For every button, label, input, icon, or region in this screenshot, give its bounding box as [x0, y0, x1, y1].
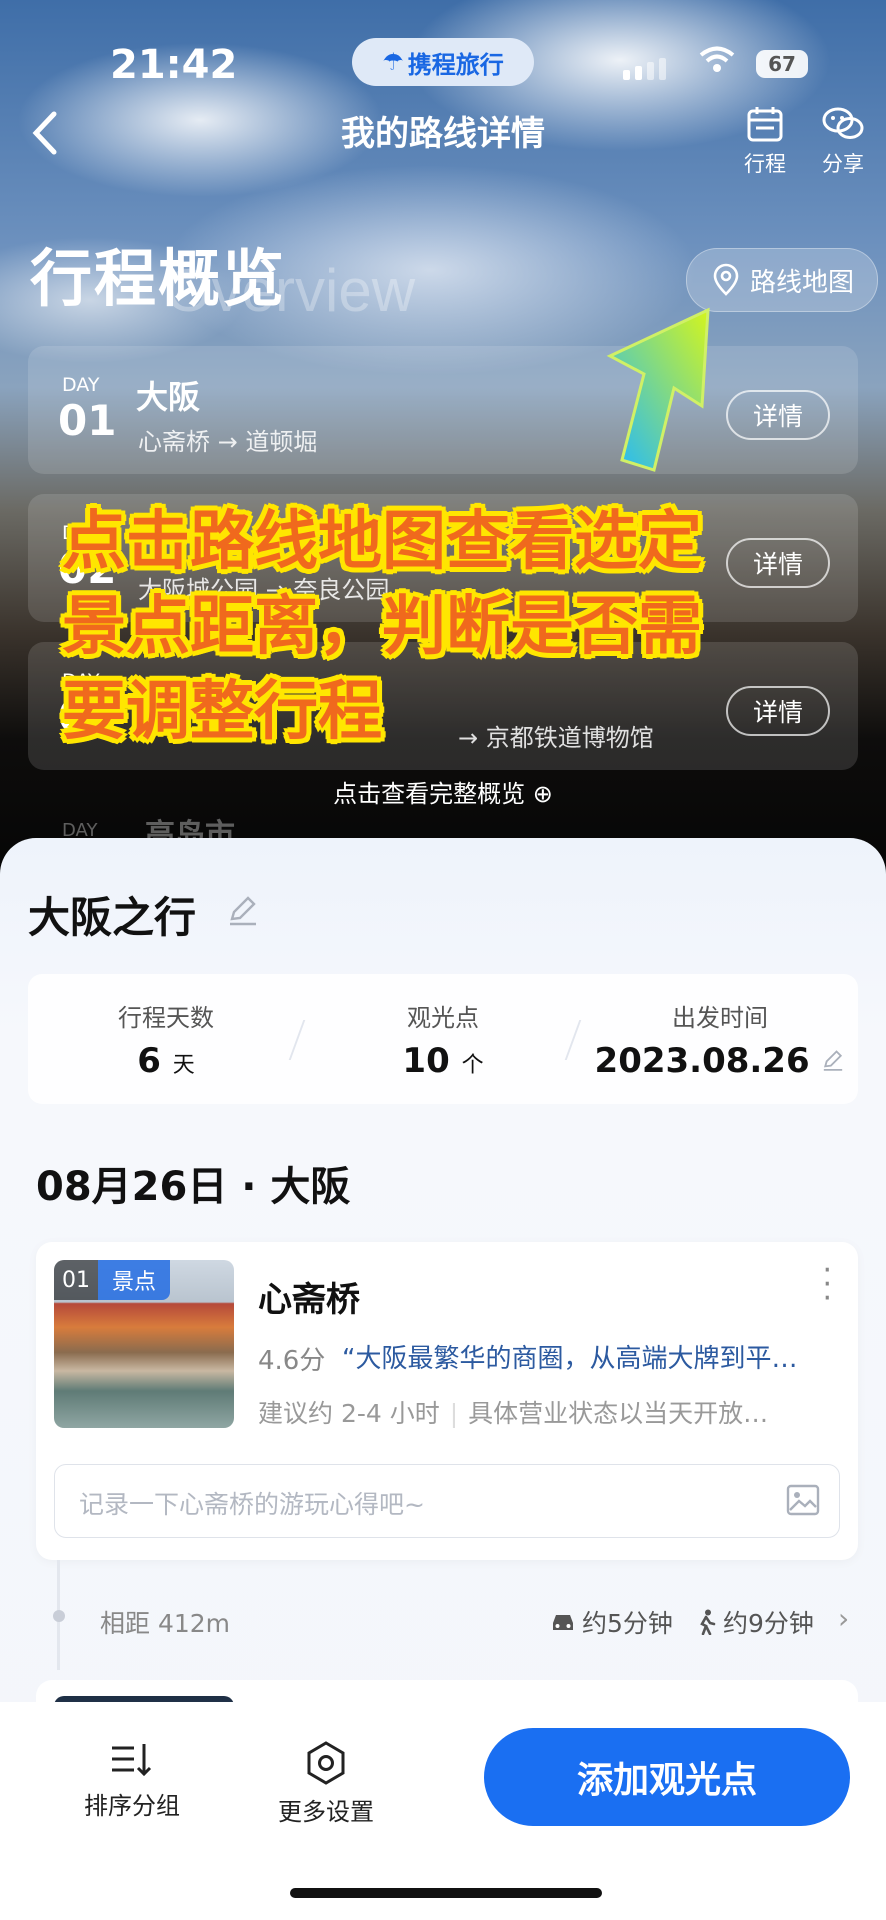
- status-bar: 21:42 ☂ 携程旅行 67: [0, 0, 886, 120]
- route-map-label: 路线地图: [749, 267, 854, 298]
- app-badge-label: 携程旅行: [407, 50, 504, 79]
- day-card[interactable]: DAY 01 大阪 心斋桥 → 道顿堀 详情: [28, 346, 858, 474]
- chevron-right-icon[interactable]: ›: [838, 1602, 849, 1635]
- calendar-icon: [747, 107, 783, 142]
- separator: |: [449, 1399, 459, 1428]
- spot-index: 01: [54, 1260, 98, 1300]
- spot-duration: 建议约 2-4 小时: [258, 1399, 440, 1428]
- view-full-overview-link[interactable]: 点击查看完整概览 ⊕: [0, 774, 886, 809]
- day-detail-button[interactable]: 详情: [726, 686, 830, 736]
- walk-time: 约9分钟: [723, 1609, 814, 1638]
- stat-days: 行程天数 6 天: [28, 998, 304, 1081]
- more-settings-button[interactable]: 更多设置: [256, 1740, 396, 1827]
- annotation-line: 景点距离，判断是否需: [62, 590, 702, 664]
- trip-button[interactable]: 行程: [730, 104, 800, 178]
- edit-icon[interactable]: [821, 1048, 845, 1072]
- overview-hero: 21:42 ☂ 携程旅行 67 我的路线详情 行程 分享 Overview 行程概…: [0, 0, 886, 880]
- day-label: DAY: [62, 374, 100, 396]
- more-icon[interactable]: · · ·: [822, 1256, 832, 1314]
- annotation-line: 点击路线地图查看选定: [62, 505, 702, 579]
- app-badge[interactable]: ☂ 携程旅行: [352, 38, 534, 86]
- stat-unit: 天: [172, 1053, 195, 1078]
- gear-icon: [307, 1741, 345, 1785]
- stat-label: 行程天数: [118, 1004, 214, 1032]
- signal-icon: [623, 58, 666, 80]
- stat-value: 2023.08.26: [594, 1041, 810, 1081]
- spot-quote: “大阪最繁华的商圈，从高端大牌到平…: [342, 1344, 798, 1374]
- edit-icon[interactable]: [226, 893, 260, 927]
- sort-icon: [112, 1744, 152, 1777]
- stat-value: 10: [402, 1041, 450, 1081]
- map-pin-icon: [713, 263, 739, 296]
- note-placeholder: 记录一下心斋桥的游玩心得吧~: [79, 1490, 425, 1519]
- transit-drive[interactable]: 约5分钟: [550, 1604, 673, 1640]
- battery-icon: 67: [756, 50, 808, 78]
- walk-icon: [700, 1609, 716, 1635]
- spot-score: 4.6分: [258, 1346, 326, 1376]
- spot-suggestion: 建议约 2-4 小时 | 具体营业状态以当天开放…: [258, 1394, 768, 1430]
- transit-walk[interactable]: 约9分钟: [695, 1604, 814, 1640]
- stat-label: 出发时间: [672, 1004, 768, 1032]
- trip-button-label: 行程: [744, 152, 786, 176]
- wechat-icon: [822, 107, 864, 139]
- share-button-label: 分享: [822, 152, 864, 176]
- add-spot-button[interactable]: 添加观光点: [484, 1728, 850, 1826]
- image-icon[interactable]: [785, 1483, 821, 1517]
- ctrip-logo-icon: ☂: [382, 48, 404, 76]
- share-button[interactable]: 分享: [808, 104, 878, 178]
- sort-group-button[interactable]: 排序分组: [62, 1740, 202, 1821]
- drive-time: 约5分钟: [582, 1609, 673, 1638]
- home-indicator: [290, 1888, 602, 1898]
- day-detail-button[interactable]: 详情: [726, 538, 830, 588]
- stat-unit: 个: [461, 1053, 484, 1078]
- stat-value: 6: [137, 1041, 161, 1081]
- spot-hours: 具体营业状态以当天开放…: [468, 1399, 769, 1428]
- sort-group-label: 排序分组: [84, 1792, 180, 1820]
- annotation-line: 要调整行程: [62, 675, 382, 749]
- spot-thumbnail[interactable]: 01 景点: [54, 1260, 234, 1428]
- day-city: 大阪: [136, 378, 201, 416]
- tutorial-annotation: 点击路线地图查看选定 景点距离，判断是否需 要调整行程: [62, 500, 702, 755]
- spot-card[interactable]: 01 景点 心斋桥 · · · 4.6分 “大阪最繁华的商圈，从高端大牌到平… 建议…: [36, 1242, 858, 1560]
- day-route: 心斋桥 → 道顿堀: [138, 428, 318, 456]
- stat-label: 观光点: [407, 1004, 479, 1032]
- date-header: 08月26日 · 大阪: [36, 1164, 351, 1210]
- arrow-annotation: [606, 307, 710, 472]
- circle-down-icon: ⊕: [532, 780, 553, 808]
- spot-name: 心斋桥: [258, 1280, 360, 1320]
- status-time: 21:42: [110, 42, 238, 88]
- spot-kind: 景点: [98, 1260, 170, 1300]
- more-settings-label: 更多设置: [278, 1798, 374, 1826]
- view-full-overview-label: 点击查看完整概览: [333, 780, 526, 808]
- stat-departure[interactable]: 出发时间 2023.08.26: [582, 998, 858, 1081]
- trip-stats: 行程天数 6 天 观光点 10 个 出发时间 2023.08.26: [28, 974, 858, 1104]
- car-icon: [553, 1615, 573, 1630]
- day-detail-button[interactable]: 详情: [726, 390, 830, 440]
- bottom-bar: 排序分组 更多设置 添加观光点: [0, 1702, 886, 1920]
- overview-title: 行程概览: [30, 242, 287, 315]
- note-input[interactable]: 记录一下心斋桥的游玩心得吧~: [54, 1464, 840, 1538]
- day-number: 01: [58, 396, 117, 445]
- timeline-dot: [53, 1610, 65, 1622]
- stat-spots: 观光点 10 个: [305, 998, 581, 1081]
- trip-name: 大阪之行: [28, 893, 197, 942]
- transit-distance: 相距 412m: [100, 1609, 231, 1638]
- wifi-icon: [699, 46, 735, 72]
